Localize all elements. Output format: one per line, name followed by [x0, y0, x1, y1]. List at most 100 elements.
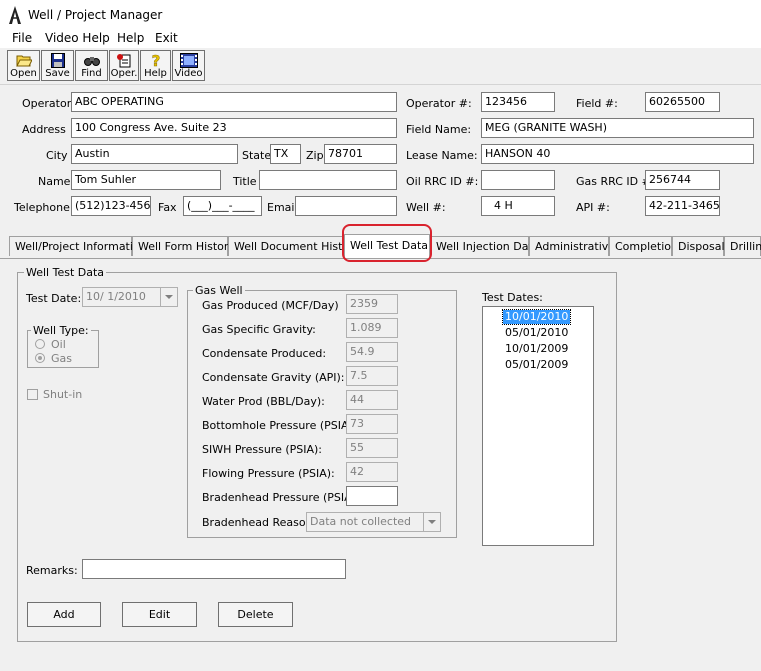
bradenhead-reason-select[interactable]: Data not collected [306, 512, 441, 532]
tab-well-project-information[interactable]: Well/Project Information [9, 236, 147, 256]
add-button[interactable]: Add [27, 602, 101, 627]
city-field[interactable]: Austin [71, 144, 238, 164]
video-button[interactable]: Video [172, 50, 205, 81]
test-date-item[interactable]: 05/01/2009 [503, 358, 570, 372]
api-field[interactable]: 42-211-34657 [645, 196, 720, 216]
flowing-pressure-field[interactable]: 42 [346, 462, 398, 482]
bradenhead-reason-label: Bradenhead Reason: [202, 516, 317, 529]
condensate-gravity-label: Condensate Gravity (API): [202, 371, 345, 384]
gas-gravity-field[interactable]: 1.089 [346, 318, 398, 338]
field-number-field[interactable]: 60265500 [645, 92, 720, 112]
menu-video-help[interactable]: Video Help [45, 31, 110, 45]
tab-completion[interactable]: Completion [609, 236, 678, 256]
operator-document-icon [117, 54, 131, 68]
city-label: City [46, 149, 68, 162]
fax-field[interactable]: (___)___-____ [183, 196, 262, 216]
tab-well-injection-data[interactable]: Well Injection Data [430, 236, 540, 256]
open-button[interactable]: Open [7, 50, 40, 81]
tab-well-form-history[interactable]: Well Form History [132, 236, 235, 256]
gas-gravity-label: Gas Specific Gravity: [202, 323, 316, 336]
tab-well-document-history[interactable]: Well Document History [228, 236, 360, 256]
test-date-item[interactable]: 10/01/2010 [501, 309, 572, 325]
chevron-down-icon[interactable] [160, 288, 177, 306]
folder-open-icon [15, 55, 32, 67]
gas-rrc-label: Gas RRC ID #: [576, 175, 655, 188]
test-date-item[interactable]: 05/01/2010 [503, 326, 570, 340]
toolbar: Open Save Find Oper. ? Help Video [0, 48, 761, 85]
bradenhead-pressure-label: Bradenhead Pressure (PSIA): [202, 491, 360, 504]
siwh-pressure-field[interactable]: 55 [346, 438, 398, 458]
oper-button[interactable]: Oper. [109, 50, 139, 81]
tab-disposal[interactable]: Disposal [672, 236, 725, 256]
oil-radio[interactable] [35, 339, 45, 349]
operator-number-label: Operator #: [406, 97, 472, 110]
help-button[interactable]: ? Help [140, 50, 171, 81]
test-date-label: Test Date: [26, 292, 82, 305]
menu-help[interactable]: Help [117, 31, 144, 45]
well-number-field[interactable]: 4 H [481, 196, 555, 216]
save-button[interactable]: Save [41, 50, 74, 81]
bottomhole-pressure-label: Bottomhole Pressure (PSIA): [202, 419, 357, 432]
oil-radio-label: Oil [51, 338, 66, 351]
state-label: State [242, 149, 272, 162]
menu-file[interactable]: File [12, 31, 32, 45]
remarks-field[interactable] [82, 559, 346, 579]
menu-bar: File Video Help Help Exit [0, 30, 761, 48]
oil-rrc-field[interactable] [481, 170, 555, 190]
zip-label: Zip [306, 149, 324, 162]
telephone-field[interactable]: (512)123-4567 [71, 196, 151, 216]
edit-button[interactable]: Edit [122, 602, 197, 627]
zip-field[interactable]: 78701 [324, 144, 397, 164]
name-field[interactable]: Tom Suhler [71, 170, 221, 190]
tab-administrative[interactable]: Administrative [529, 236, 615, 256]
oil-rrc-label: Oil RRC ID #: [406, 175, 479, 188]
svg-text:?: ? [151, 53, 160, 68]
gas-rrc-field[interactable]: 256744 [645, 170, 720, 190]
menu-exit[interactable]: Exit [155, 31, 178, 45]
lease-name-field[interactable]: HANSON 40 [481, 144, 754, 164]
water-prod-label: Water Prod (BBL/Day): [202, 395, 325, 408]
test-dates-label: Test Dates: [482, 291, 543, 304]
test-dates-list[interactable]: 10/01/2010 05/01/2010 10/01/2009 05/01/2… [482, 306, 594, 546]
bottomhole-pressure-field[interactable]: 73 [346, 414, 398, 434]
gas-well-title: Gas Well [193, 284, 245, 297]
find-button[interactable]: Find [75, 50, 108, 81]
chevron-down-icon[interactable] [423, 513, 440, 531]
well-number-label: Well #: [406, 201, 446, 214]
bradenhead-pressure-field[interactable] [346, 486, 398, 506]
test-date-item[interactable]: 10/01/2009 [503, 342, 570, 356]
well-test-data-title: Well Test Data [24, 266, 107, 279]
field-name-field[interactable]: MEG (GRANITE WASH) [481, 118, 754, 138]
telephone-label: Telephone [14, 201, 70, 214]
remarks-label: Remarks: [26, 564, 78, 577]
water-prod-field[interactable]: 44 [346, 390, 398, 410]
tab-drilling[interactable]: Drilling [724, 236, 761, 256]
operator-number-field[interactable]: 123456 [481, 92, 555, 112]
address-field[interactable]: 100 Congress Ave. Suite 23 [71, 118, 397, 138]
operator-label: Operator [22, 97, 72, 110]
lease-name-label: Lease Name: [406, 149, 478, 162]
gas-radio[interactable] [35, 353, 45, 363]
title-bar: Well / Project Manager [0, 0, 761, 30]
field-name-label: Field Name: [406, 123, 472, 136]
test-date-picker[interactable]: 10/ 1/2010 [82, 287, 178, 307]
gas-produced-field[interactable]: 2359 [346, 294, 398, 314]
name-label: Name [38, 175, 71, 188]
film-strip-icon [179, 53, 198, 68]
shut-in-label: Shut-in [43, 388, 83, 401]
email-field[interactable] [295, 196, 397, 216]
state-field[interactable]: TX [270, 144, 301, 164]
operator-field[interactable]: ABC OPERATING [71, 92, 397, 112]
title-field[interactable] [259, 170, 397, 190]
well-type-title: Well Type: [31, 324, 91, 337]
shut-in-checkbox[interactable] [27, 389, 38, 400]
condensate-produced-field[interactable]: 54.9 [346, 342, 398, 362]
gas-radio-label: Gas [51, 352, 72, 365]
condensate-produced-label: Condensate Produced: [202, 347, 327, 360]
condensate-gravity-field[interactable]: 7.5 [346, 366, 398, 386]
fax-label: Fax [158, 201, 177, 214]
oil-derrick-icon [9, 6, 21, 24]
gas-produced-label: Gas Produced (MCF/Day) [202, 299, 339, 312]
delete-button[interactable]: Delete [218, 602, 293, 627]
siwh-pressure-label: SIWH Pressure (PSIA): [202, 443, 323, 456]
